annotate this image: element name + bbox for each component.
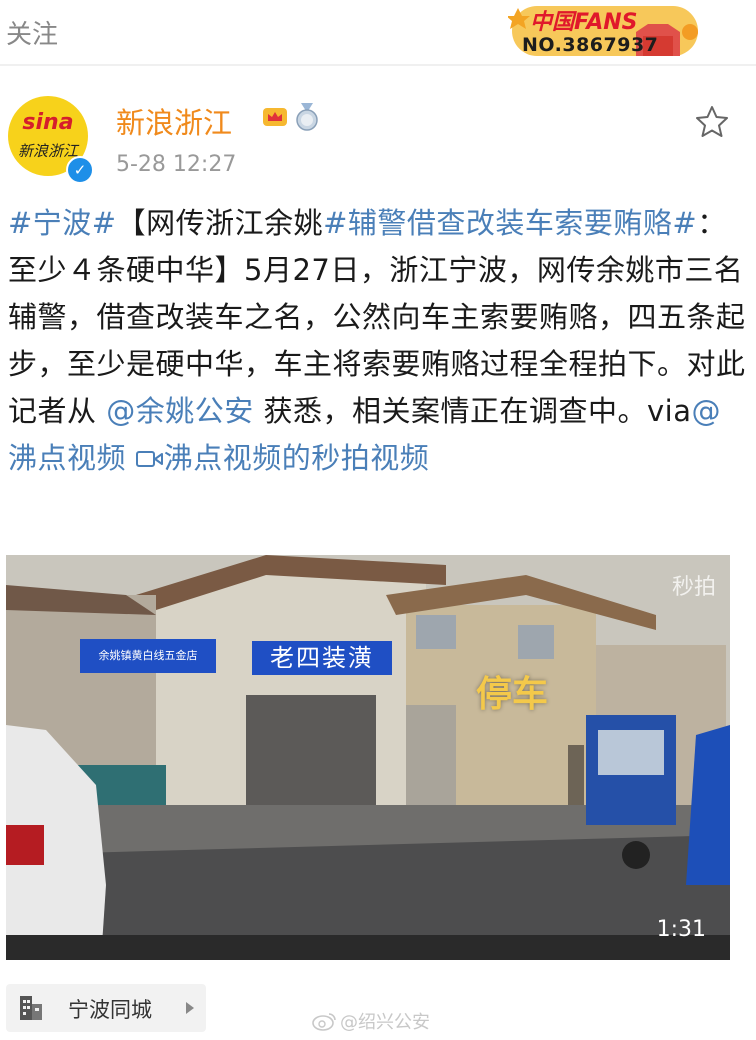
post-text-segment: 获悉，相关案情正在调查中。via bbox=[253, 394, 692, 428]
mention-yuyao-police[interactable]: @余姚公安 bbox=[106, 394, 254, 428]
shop-sign-hardware: 余姚镇黄白线五金店 bbox=[80, 639, 216, 673]
follow-tab[interactable]: 关注 bbox=[6, 14, 58, 51]
video-frame-image bbox=[6, 555, 730, 960]
video-player[interactable]: 余姚镇黄白线五金店 老四装潢 停车 秒拍 1:31 bbox=[6, 555, 730, 960]
location-tag[interactable]: 宁波同城 bbox=[6, 984, 206, 1032]
favorite-star-icon[interactable] bbox=[694, 104, 730, 140]
weibo-logo-icon bbox=[312, 1013, 336, 1031]
video-watermark: 秒拍 bbox=[671, 575, 716, 600]
shop-sign: 老四装潢 bbox=[252, 641, 392, 675]
hashtag-topic[interactable]: #辅警借查改装车索要贿赂# bbox=[323, 206, 697, 240]
chevron-right-icon bbox=[186, 1002, 194, 1014]
hashtag-ningbo[interactable]: #宁波# bbox=[8, 206, 117, 240]
avatar-brand: sina bbox=[22, 110, 74, 135]
credit-label: @绍兴公安 bbox=[340, 1012, 430, 1033]
fans-badge-brand: 中国FANS bbox=[530, 10, 638, 35]
author-name[interactable]: 新浪浙江 bbox=[116, 100, 232, 142]
fans-badge-number: NO.3867937 bbox=[522, 34, 659, 56]
post-text: #宁波#【网传浙江余姚#辅警借查改装车索要贿赂#：至少４条硬中华】5月27日，浙… bbox=[8, 200, 750, 482]
top-divider bbox=[0, 64, 756, 66]
verified-icon: ✓ bbox=[66, 156, 94, 184]
vip-crown-icon[interactable] bbox=[262, 106, 288, 128]
medal-icon[interactable] bbox=[294, 103, 320, 131]
post-text-segment: 【网传浙江余姚 bbox=[116, 206, 324, 240]
building-icon bbox=[20, 996, 42, 1020]
video-link-label: 沸点视频的秒拍视频 bbox=[163, 441, 430, 475]
video-link[interactable]: 沸点视频的秒拍视频 bbox=[135, 441, 430, 475]
video-duration: 1:31 bbox=[656, 917, 706, 942]
fans-badge: 中国FANS NO.3867937 bbox=[508, 2, 704, 60]
post-time: 5-28 12:27 bbox=[116, 152, 237, 177]
watermark-credit: @绍兴公安 bbox=[312, 1008, 430, 1034]
top-bar: 关注 中国FANS NO.3867937 bbox=[0, 0, 756, 64]
location-label: 宁波同城 bbox=[68, 998, 152, 1022]
video-camera-icon bbox=[135, 451, 163, 467]
video-overlay-caption: 停车 bbox=[476, 674, 549, 715]
